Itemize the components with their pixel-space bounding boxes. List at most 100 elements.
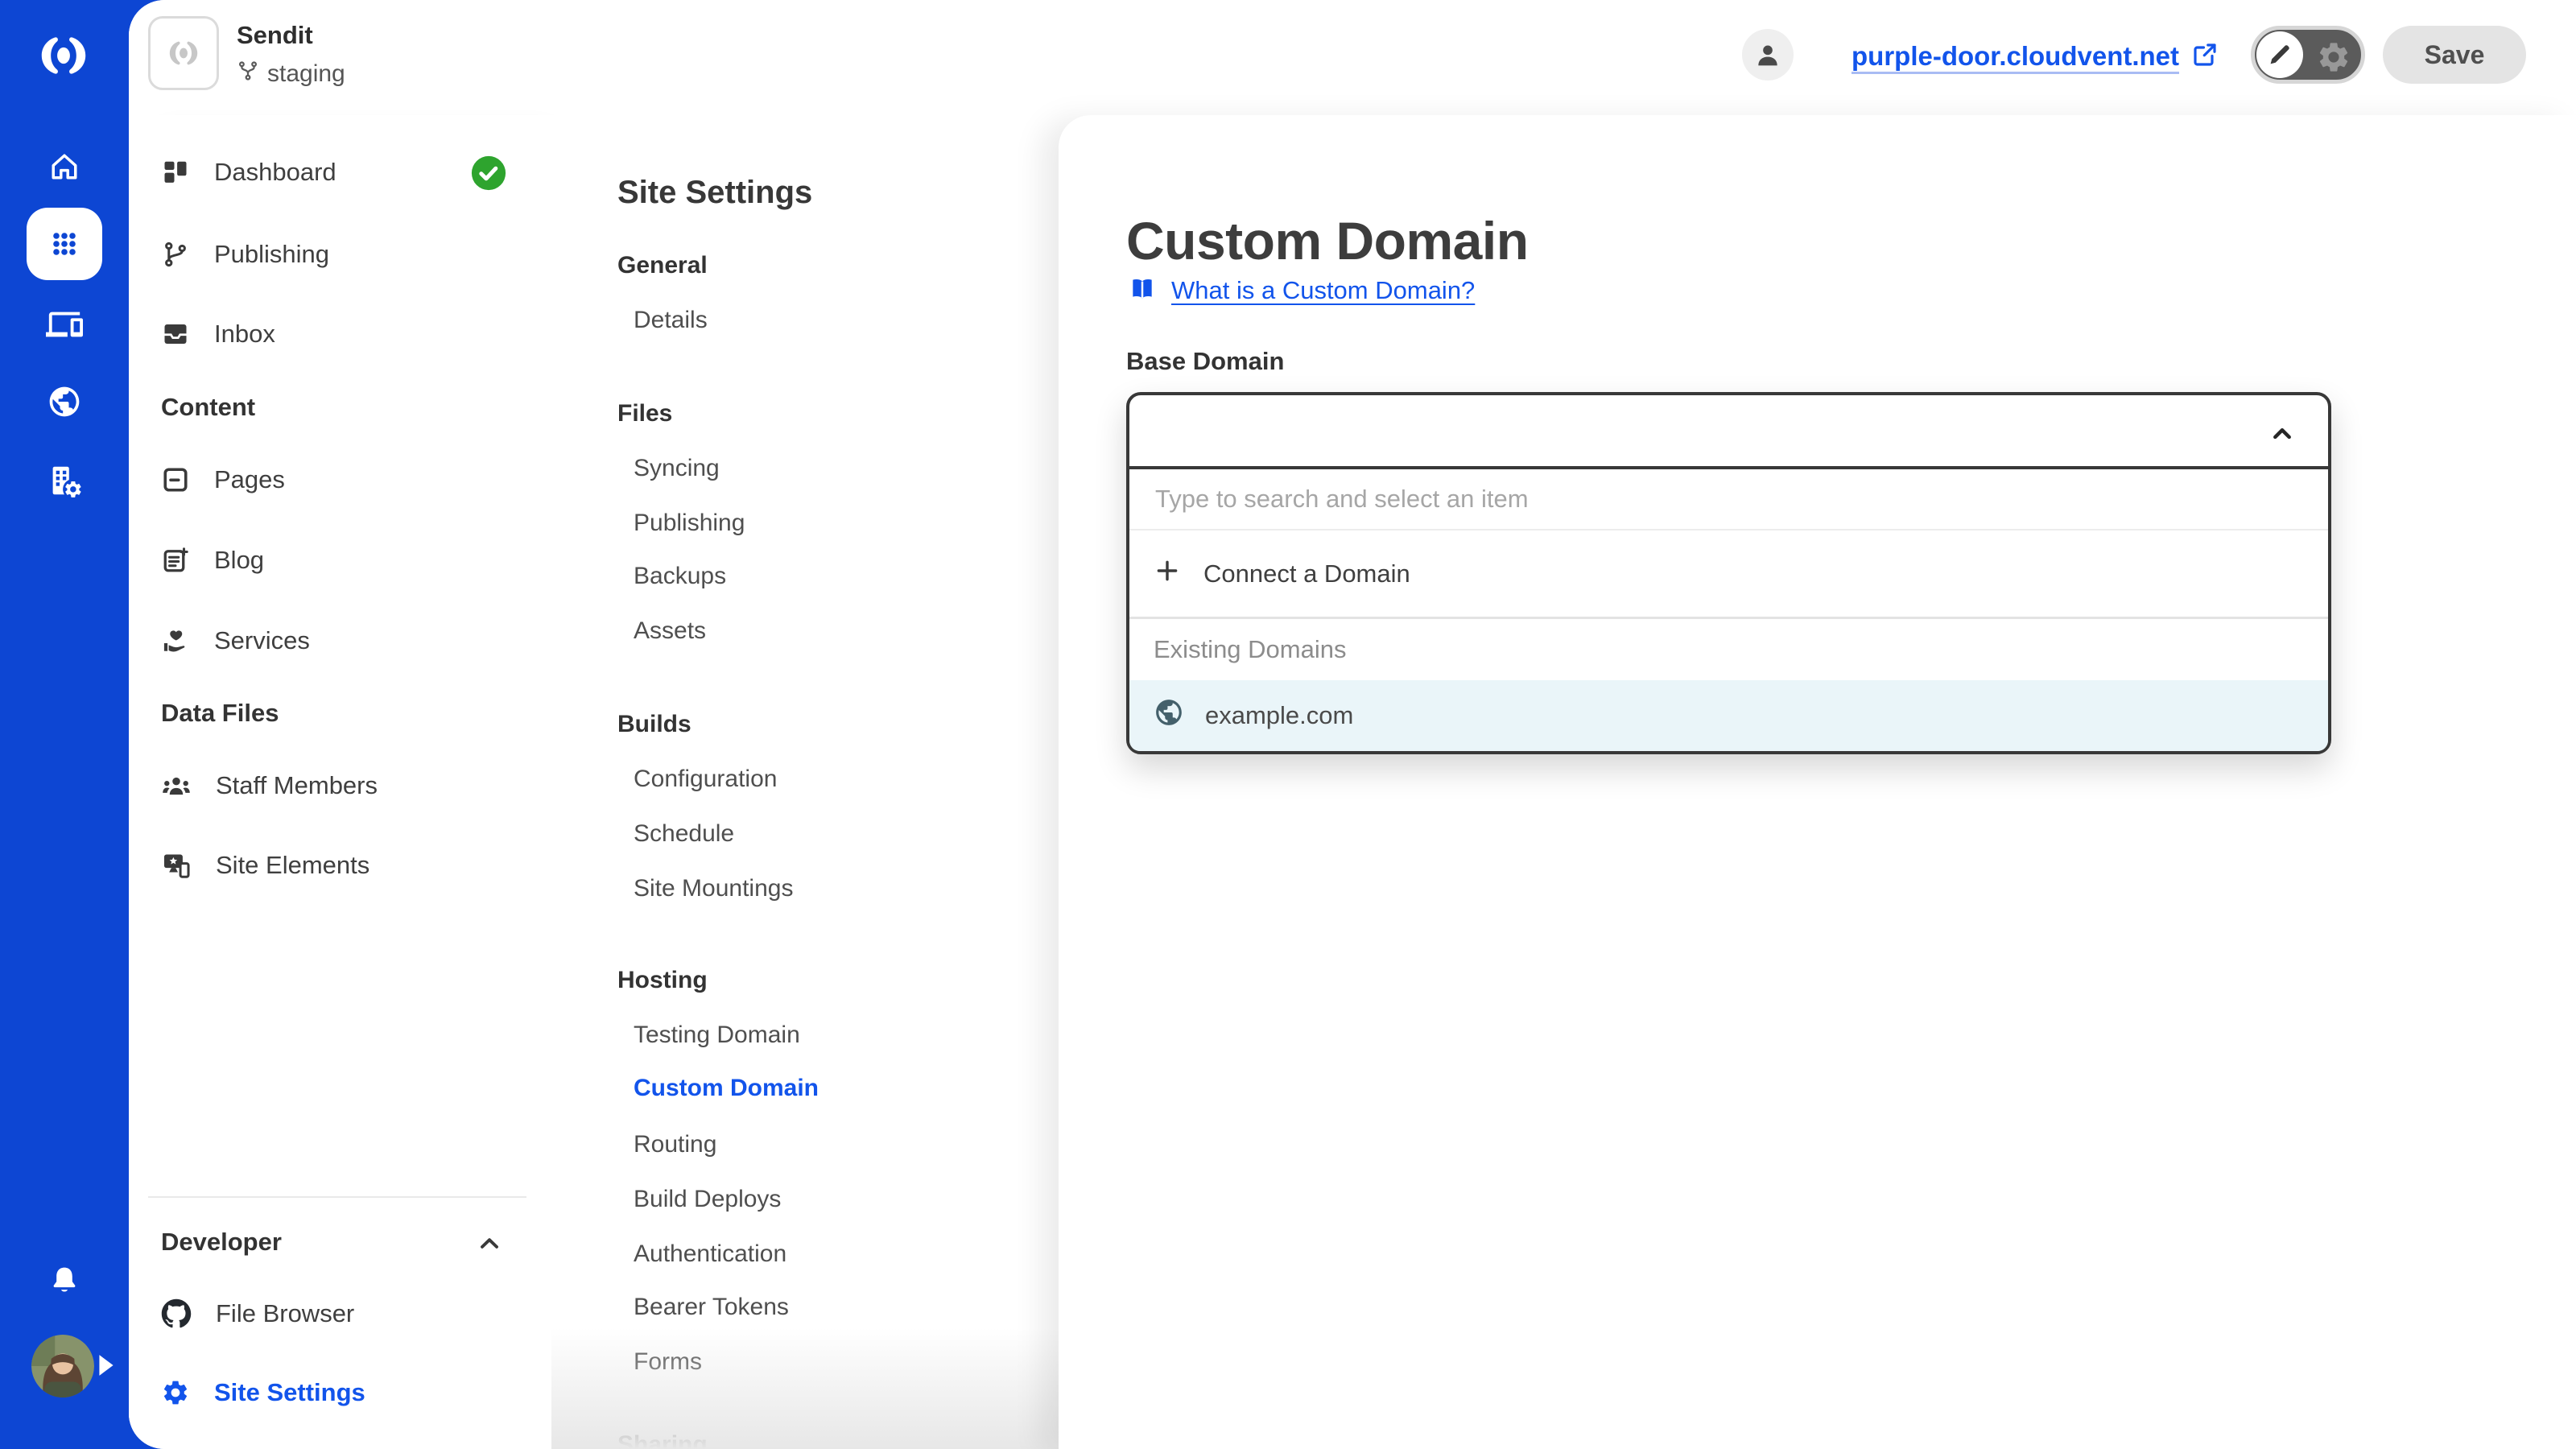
- sidebar-label: File Browser: [216, 1299, 354, 1328]
- domain-search-input[interactable]: [1154, 484, 2304, 514]
- sidebar-item-publishing[interactable]: Publishing: [161, 230, 329, 279]
- sidebar-section-developer[interactable]: Developer: [161, 1226, 282, 1258]
- settings-item-routing[interactable]: Routing: [634, 1127, 716, 1162]
- settings-item-custom-domain[interactable]: Custom Domain: [634, 1071, 819, 1106]
- sidebar-item-site-elements[interactable]: Site Elements: [161, 841, 369, 890]
- sidebar-label: Site Elements: [216, 851, 369, 880]
- settings-item-schedule[interactable]: Schedule: [634, 816, 734, 852]
- help-link[interactable]: What is a Custom Domain?: [1126, 273, 1475, 308]
- people-icon: [161, 770, 192, 801]
- settings-section-general: General: [617, 250, 708, 282]
- site-sidebar: Dashboard Publishing Inbox Content Pages…: [129, 115, 551, 1449]
- sidebar-item-site-settings[interactable]: Site Settings: [161, 1368, 365, 1417]
- save-button[interactable]: Save: [2383, 26, 2526, 84]
- account-button[interactable]: [1742, 29, 1794, 80]
- sidebar-label: Blog: [214, 546, 264, 575]
- sidebar-label: Services: [214, 626, 310, 655]
- sidebar-label: Inbox: [214, 320, 275, 349]
- app-window: Sendit staging: [0, 0, 2576, 1449]
- sidebar-label: Staff Members: [216, 771, 378, 800]
- dropdown-toggle[interactable]: [1129, 395, 2328, 469]
- external-link-icon: [2190, 40, 2219, 73]
- top-header: Sendit staging: [129, 0, 2576, 115]
- book-icon: [1126, 273, 1158, 309]
- site-thumbnail: [148, 16, 219, 90]
- settings-item-details[interactable]: Details: [634, 303, 708, 338]
- settings-mode-gear-icon: [2316, 39, 2351, 79]
- sidebar-item-dashboard[interactable]: Dashboard: [161, 148, 336, 196]
- content-surface: Sendit staging: [129, 0, 2576, 1449]
- help-link-text: What is a Custom Domain?: [1171, 276, 1475, 305]
- main-panel: Custom Domain What is a Custom Domain? B…: [1059, 115, 2576, 1449]
- settings-section-hosting: Hosting: [617, 964, 708, 997]
- globe-icon[interactable]: [0, 384, 129, 419]
- connect-domain-label: Connect a Domain: [1203, 559, 1410, 588]
- build-success-badge-icon: [470, 155, 507, 196]
- settings-item-backups[interactable]: Backups: [634, 559, 726, 594]
- sidebar-label: Publishing: [214, 240, 329, 269]
- settings-item-configuration[interactable]: Configuration: [634, 762, 777, 797]
- site-elements-icon: [161, 850, 192, 881]
- devices-icon[interactable]: [0, 306, 129, 343]
- settings-section-builds: Builds: [617, 708, 691, 741]
- home-icon[interactable]: [0, 149, 129, 184]
- user-avatar[interactable]: [31, 1335, 94, 1397]
- sidebar-section-data-files: Data Files: [161, 697, 279, 729]
- sidebar-expand-arrow-icon[interactable]: [98, 1355, 114, 1380]
- page-title: Custom Domain: [1126, 210, 1529, 271]
- inbox-icon: [161, 320, 190, 349]
- sidebar-divider: [148, 1196, 526, 1198]
- settings-nav: Site Settings General Details Files Sync…: [551, 115, 1059, 1449]
- settings-section-files: Files: [617, 398, 672, 430]
- sidebar-section-content: Content: [161, 391, 255, 423]
- nav-rail: [0, 0, 129, 1449]
- git-branch-icon: [237, 60, 259, 89]
- gear-icon: [161, 1378, 190, 1407]
- sidebar-item-blog[interactable]: Blog: [161, 536, 264, 584]
- github-icon: [161, 1298, 192, 1329]
- site-name: Sendit: [237, 21, 345, 50]
- sidebar-item-pages[interactable]: Pages: [161, 456, 285, 504]
- blog-icon: [161, 546, 190, 575]
- sidebar-label: Pages: [214, 465, 285, 494]
- pencil-icon: [2256, 31, 2303, 78]
- settings-item-publishing[interactable]: Publishing: [634, 506, 745, 541]
- collapse-chevron-up-icon[interactable]: [475, 1229, 504, 1262]
- domain-option-example-com[interactable]: example.com: [1129, 680, 2328, 751]
- sidebar-label: Site Settings: [214, 1378, 365, 1407]
- sidebar-item-services[interactable]: Services: [161, 617, 310, 665]
- site-card[interactable]: Sendit staging: [148, 16, 345, 90]
- live-site-link[interactable]: purple-door.cloudvent.net: [1852, 38, 2219, 75]
- apps-grid-icon[interactable]: [27, 208, 102, 280]
- chevron-up-icon: [2267, 419, 2297, 453]
- live-site-url: purple-door.cloudvent.net: [1852, 41, 2179, 72]
- settings-item-bearer-tokens[interactable]: Bearer Tokens: [634, 1290, 789, 1325]
- settings-item-testing-domain[interactable]: Testing Domain: [634, 1018, 800, 1053]
- base-domain-label: Base Domain: [1126, 347, 1284, 376]
- organization-settings-icon[interactable]: [0, 462, 129, 499]
- hand-heart-icon: [161, 626, 190, 655]
- pages-icon: [161, 465, 190, 494]
- settings-item-site-mountings[interactable]: Site Mountings: [634, 871, 793, 906]
- sidebar-label: Dashboard: [214, 158, 336, 187]
- plus-icon: [1154, 557, 1181, 591]
- settings-item-build-deploys[interactable]: Build Deploys: [634, 1182, 781, 1217]
- edit-mode-toggle[interactable]: [2251, 26, 2365, 84]
- cloudcannon-logo-icon[interactable]: [33, 25, 94, 90]
- sidebar-item-file-browser[interactable]: File Browser: [161, 1290, 354, 1338]
- existing-domains-group-label: Existing Domains: [1129, 619, 2328, 680]
- sidebar-item-staff-members[interactable]: Staff Members: [161, 762, 378, 810]
- settings-item-forms[interactable]: Forms: [634, 1344, 702, 1380]
- git-branch-icon: [161, 240, 190, 269]
- sidebar-item-inbox[interactable]: Inbox: [161, 310, 275, 358]
- base-domain-dropdown: Connect a Domain Existing Domains exampl…: [1126, 392, 2331, 754]
- settings-item-assets[interactable]: Assets: [634, 613, 706, 649]
- dashboard-icon: [161, 158, 190, 187]
- globe-icon: [1154, 697, 1184, 734]
- notifications-bell-icon[interactable]: [0, 1263, 129, 1297]
- person-icon: [1752, 39, 1784, 71]
- settings-item-authentication[interactable]: Authentication: [634, 1236, 786, 1272]
- settings-item-syncing[interactable]: Syncing: [634, 451, 720, 486]
- settings-section-sharing: Sharing: [617, 1429, 708, 1449]
- connect-domain-option[interactable]: Connect a Domain: [1129, 530, 2328, 619]
